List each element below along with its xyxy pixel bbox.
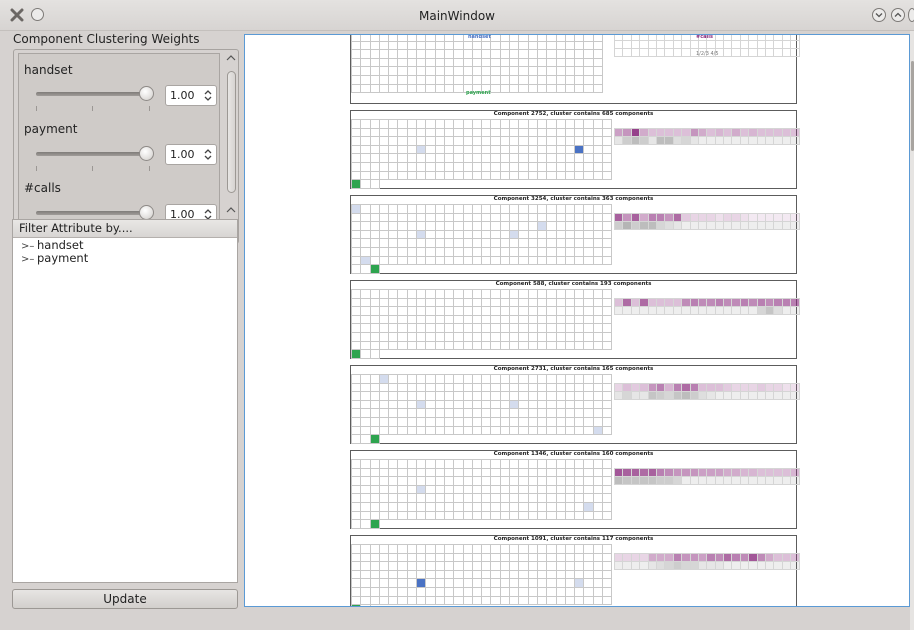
weight-label-handset: handset: [24, 63, 73, 77]
component-panel[interactable]: Component 2752, cluster contains 685 com…: [350, 110, 800, 189]
update-button[interactable]: Update: [12, 589, 238, 609]
attribute-heatmap: [614, 213, 800, 230]
weight-slider-payment[interactable]: [34, 144, 154, 171]
component-panel[interactable]: Component 1346, cluster contains 160 com…: [350, 450, 800, 529]
weight-spinbox-handset[interactable]: 1.00: [165, 85, 217, 106]
attribute-heatmap: [614, 468, 800, 485]
tree-item-payment[interactable]: >– payment: [13, 252, 237, 266]
scroll-up-icon[interactable]: [226, 54, 236, 62]
component-title: Component 2731, cluster contains 165 com…: [493, 366, 654, 372]
attribute-heatmap: [614, 383, 800, 400]
component-panel[interactable]: Component 588, cluster contains 193 comp…: [350, 280, 800, 359]
visualization-canvas[interactable]: handset payment #calls 1/2/3 4/5 Component 2…: [244, 34, 910, 607]
scrollbar-handle[interactable]: [227, 71, 236, 193]
spin-arrows-icon[interactable]: [203, 88, 213, 103]
component-title: Component 3254, cluster contains 363 com…: [493, 196, 654, 202]
weights-frame: handset 1.00 payment 1.00 #calls 1.00: [18, 53, 220, 242]
component-grid: [351, 374, 613, 444]
scroll-up-icon[interactable]: [226, 206, 236, 214]
right-scrollbar[interactable]: [910, 31, 914, 630]
header-component: handset payment #calls 1/2/3 4/5: [350, 34, 800, 104]
filter-header[interactable]: Filter Attribute by....: [13, 220, 237, 238]
slider-handle[interactable]: [139, 146, 154, 161]
component-grid: [351, 119, 613, 189]
component-grid: [351, 289, 613, 359]
left-panel: Component Clustering Weights handset 1.0…: [0, 31, 244, 630]
payment-axis-label: payment: [466, 90, 491, 96]
component-panel[interactable]: Component 2731, cluster contains 165 com…: [350, 365, 800, 444]
component-title: Component 2752, cluster contains 685 com…: [493, 111, 654, 117]
component-panel[interactable]: Component 3254, cluster contains 363 com…: [350, 195, 800, 274]
close-icon[interactable]: [908, 8, 914, 22]
component-grid: [351, 204, 613, 274]
calls-axis-label: #calls: [696, 34, 713, 40]
filter-tree[interactable]: Filter Attribute by.... >– handset >– paym…: [12, 219, 238, 583]
weights-scrollbar[interactable]: [223, 50, 238, 243]
minimize-icon[interactable]: [872, 8, 886, 22]
component-panel[interactable]: Component 1091, cluster contains 117 com…: [350, 535, 800, 606]
weight-label-payment: payment: [24, 122, 78, 136]
attribute-heatmap: [614, 553, 800, 570]
slider-handle[interactable]: [139, 86, 154, 101]
weight-slider-handset[interactable]: [34, 84, 154, 111]
component-grid: [351, 35, 604, 94]
weight-label-calls: #calls: [24, 181, 61, 195]
component-grid: [351, 459, 613, 529]
window-title: MainWindow: [419, 9, 495, 23]
handset-axis-label: handset: [468, 34, 491, 40]
attribute-heatmap: [614, 298, 800, 315]
weights-group-label: Component Clustering Weights: [13, 32, 200, 46]
component-title: Component 1091, cluster contains 117 com…: [493, 536, 654, 542]
title-bar: MainWindow: [0, 0, 914, 31]
component-grid: [351, 544, 613, 606]
slider-handle[interactable]: [139, 205, 154, 220]
component-title: Component 588, cluster contains 193 comp…: [495, 281, 652, 287]
weight-spinbox-payment[interactable]: 1.00: [165, 144, 217, 165]
expand-arrow-icon[interactable]: >–: [21, 253, 37, 266]
component-title: Component 1346, cluster contains 160 com…: [493, 451, 654, 457]
weights-scroll-area[interactable]: handset 1.00 payment 1.00 #calls 1.00: [13, 49, 239, 244]
maximize-icon[interactable]: [891, 8, 905, 22]
spin-arrows-icon[interactable]: [203, 147, 213, 162]
attribute-heatmap: [614, 128, 800, 145]
calls-sublabel: 1/2/3 4/5: [696, 51, 719, 57]
